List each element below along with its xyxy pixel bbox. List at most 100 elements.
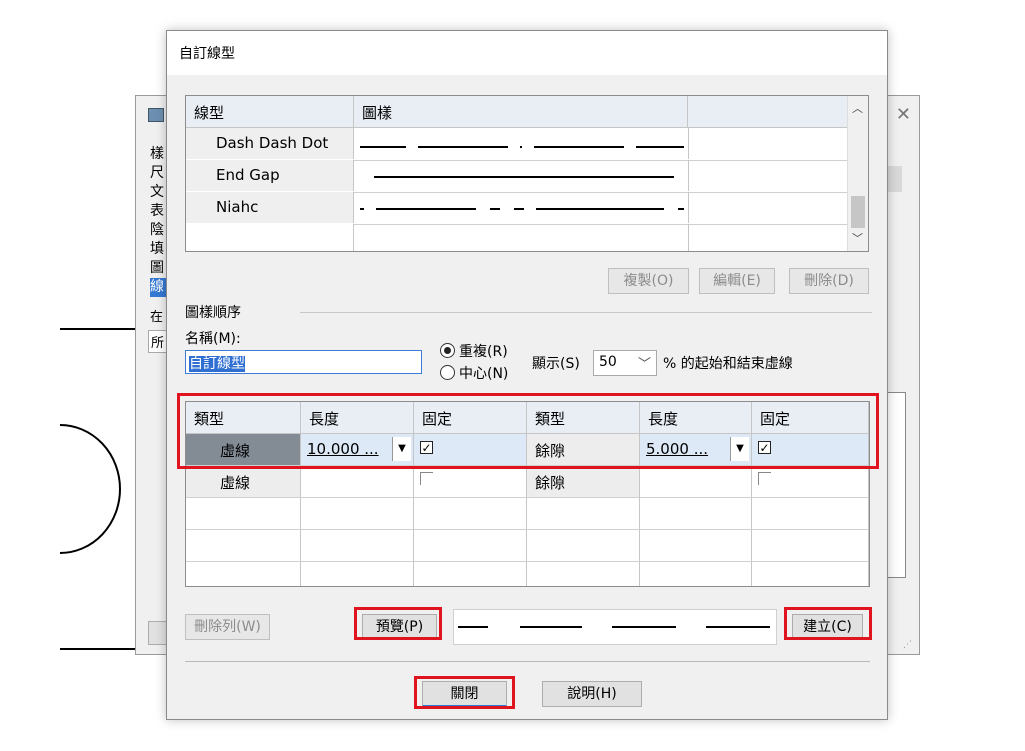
long-dash-short-pattern-icon [360, 208, 684, 210]
linetype-table: 線型 圖樣 Dash Dash Dot End Gap Niahc ︿ ﹀ [185, 95, 869, 252]
linetype-header-extra[interactable] [688, 96, 850, 128]
empty-cell [186, 498, 301, 530]
edit-button[interactable]: 編輯(E) [699, 268, 775, 294]
name-input-value: 自訂線型 [189, 356, 245, 372]
repeat-radio[interactable] [440, 343, 455, 358]
delete-button[interactable]: 刪除(D) [789, 268, 869, 294]
linetype-pattern-cell [354, 128, 689, 159]
linetype-name: End Gap [186, 160, 354, 191]
dash-dash-dot-pattern-icon [360, 146, 684, 148]
create-button[interactable]: 建立(C) [792, 614, 863, 640]
linetype-name-empty [186, 224, 354, 251]
empty-cell [752, 498, 869, 530]
dropdown-arrow-icon[interactable]: ▼ [392, 437, 411, 461]
close-button[interactable]: 關閉 [422, 681, 507, 707]
name-input[interactable]: 自訂線型 [185, 350, 422, 374]
solid-with-end-gap-pattern-icon [374, 176, 674, 178]
background-scroll-strip [888, 166, 902, 192]
repeat-radio-label[interactable]: 重複(R) [459, 341, 508, 361]
segment-type: 餘隙 [535, 474, 566, 492]
empty-cell [640, 530, 752, 562]
linetype-scrollbar[interactable]: ︿ ﹀ [847, 96, 868, 251]
segment-header-type: 類型 [527, 402, 640, 434]
linetype-extra-cell [688, 128, 850, 159]
fixed-checkbox-unchecked[interactable] [420, 472, 433, 485]
segment-fixed-cell[interactable]: ✓ [414, 434, 527, 466]
bottom-separator [185, 661, 870, 662]
empty-cell [414, 498, 527, 530]
empty-cell [301, 562, 414, 586]
segment-fixed-cell[interactable] [752, 466, 869, 498]
background-close-icon[interactable]: ✕ [896, 104, 911, 125]
segment-header-fixed: 固定 [752, 402, 869, 434]
title-bar: 自訂線型 [167, 31, 887, 75]
fixed-checkbox-unchecked[interactable] [758, 472, 771, 485]
segment-length-cell[interactable]: 5.000 ... ▼ [640, 434, 752, 466]
linetype-extra-cell [688, 160, 850, 191]
linetype-pattern-empty [354, 224, 689, 251]
segment-type: 虛線 [220, 442, 251, 460]
display-suffix: % 的起始和結束虛線 [663, 356, 793, 372]
display-select[interactable]: 50 ﹀ [593, 350, 657, 376]
drawing-line-top [60, 328, 140, 330]
segment-header-fixed: 固定 [414, 402, 527, 434]
delete-row-button[interactable]: 刪除列(W) [185, 614, 270, 640]
segment-type-cell[interactable]: 虛線 [186, 466, 301, 498]
segment-type-cell[interactable]: 餘隙 [527, 434, 640, 466]
empty-cell [414, 562, 527, 586]
linetype-pattern-cell [354, 192, 689, 223]
background-label-all: 所 [148, 330, 168, 353]
segment-type-cell[interactable]: 虛線 [186, 434, 301, 466]
empty-cell [640, 498, 752, 530]
empty-cell [186, 562, 301, 586]
empty-cell [186, 530, 301, 562]
empty-cell [640, 562, 752, 586]
resize-grip-icon[interactable]: ⋰ [903, 640, 915, 652]
empty-cell [301, 498, 414, 530]
segment-type: 餘隙 [535, 442, 566, 460]
empty-cell [527, 530, 640, 562]
segment-length-cell[interactable] [640, 466, 752, 498]
linetype-name: Niahc [186, 192, 354, 223]
segment-length-cell[interactable] [301, 466, 414, 498]
background-label-at: 在 [150, 310, 164, 325]
dropdown-arrow-icon[interactable]: ▼ [730, 437, 749, 461]
pattern-order-label: 圖樣順序 [185, 305, 241, 321]
segment-type-cell[interactable]: 餘隙 [527, 466, 640, 498]
linetype-row[interactable]: End Gap [186, 160, 850, 193]
empty-cell [527, 562, 640, 586]
empty-cell [752, 530, 869, 562]
scroll-thumb[interactable] [851, 196, 865, 228]
empty-cell [414, 530, 527, 562]
center-radio[interactable] [440, 365, 455, 380]
scroll-down-icon[interactable]: ﹀ [852, 230, 863, 246]
fixed-checkbox[interactable]: ✓ [420, 441, 433, 454]
linetype-name: Dash Dash Dot [186, 128, 354, 159]
custom-linetype-dialog: 自訂線型 線型 圖樣 Dash Dash Dot End Gap Niahc ︿… [166, 30, 888, 720]
empty-cell [301, 530, 414, 562]
background-app-icon [148, 108, 164, 122]
segment-fixed-cell[interactable]: ✓ [752, 434, 869, 466]
name-label: 名稱(M): [185, 331, 241, 347]
segment-header-length: 長度 [301, 402, 414, 434]
linetype-row[interactable]: Niahc [186, 192, 850, 225]
linetype-row[interactable]: Dash Dash Dot [186, 128, 850, 161]
help-button[interactable]: 說明(H) [542, 681, 642, 707]
group-separator [300, 312, 872, 313]
empty-cell [527, 498, 640, 530]
copy-button[interactable]: 複製(O) [608, 268, 689, 294]
segment-type: 虛線 [220, 474, 251, 492]
segment-length-cell[interactable]: 10.000 ... ▼ [301, 434, 414, 466]
linetype-header-pattern[interactable]: 圖樣 [354, 96, 688, 128]
linetype-header-name[interactable]: 線型 [186, 96, 354, 128]
drawing-line-bottom [60, 648, 140, 650]
segment-fixed-cell[interactable] [414, 466, 527, 498]
scroll-up-icon[interactable]: ︿ [852, 100, 863, 116]
segment-header-length: 長度 [640, 402, 752, 434]
linetype-pattern-cell [354, 160, 689, 191]
fixed-checkbox[interactable]: ✓ [758, 441, 771, 454]
drawing-arc [59, 424, 121, 554]
preview-button[interactable]: 預覽(P) [362, 614, 437, 640]
linetype-row-empty[interactable] [186, 224, 850, 251]
center-radio-label[interactable]: 中心(N) [459, 363, 508, 383]
